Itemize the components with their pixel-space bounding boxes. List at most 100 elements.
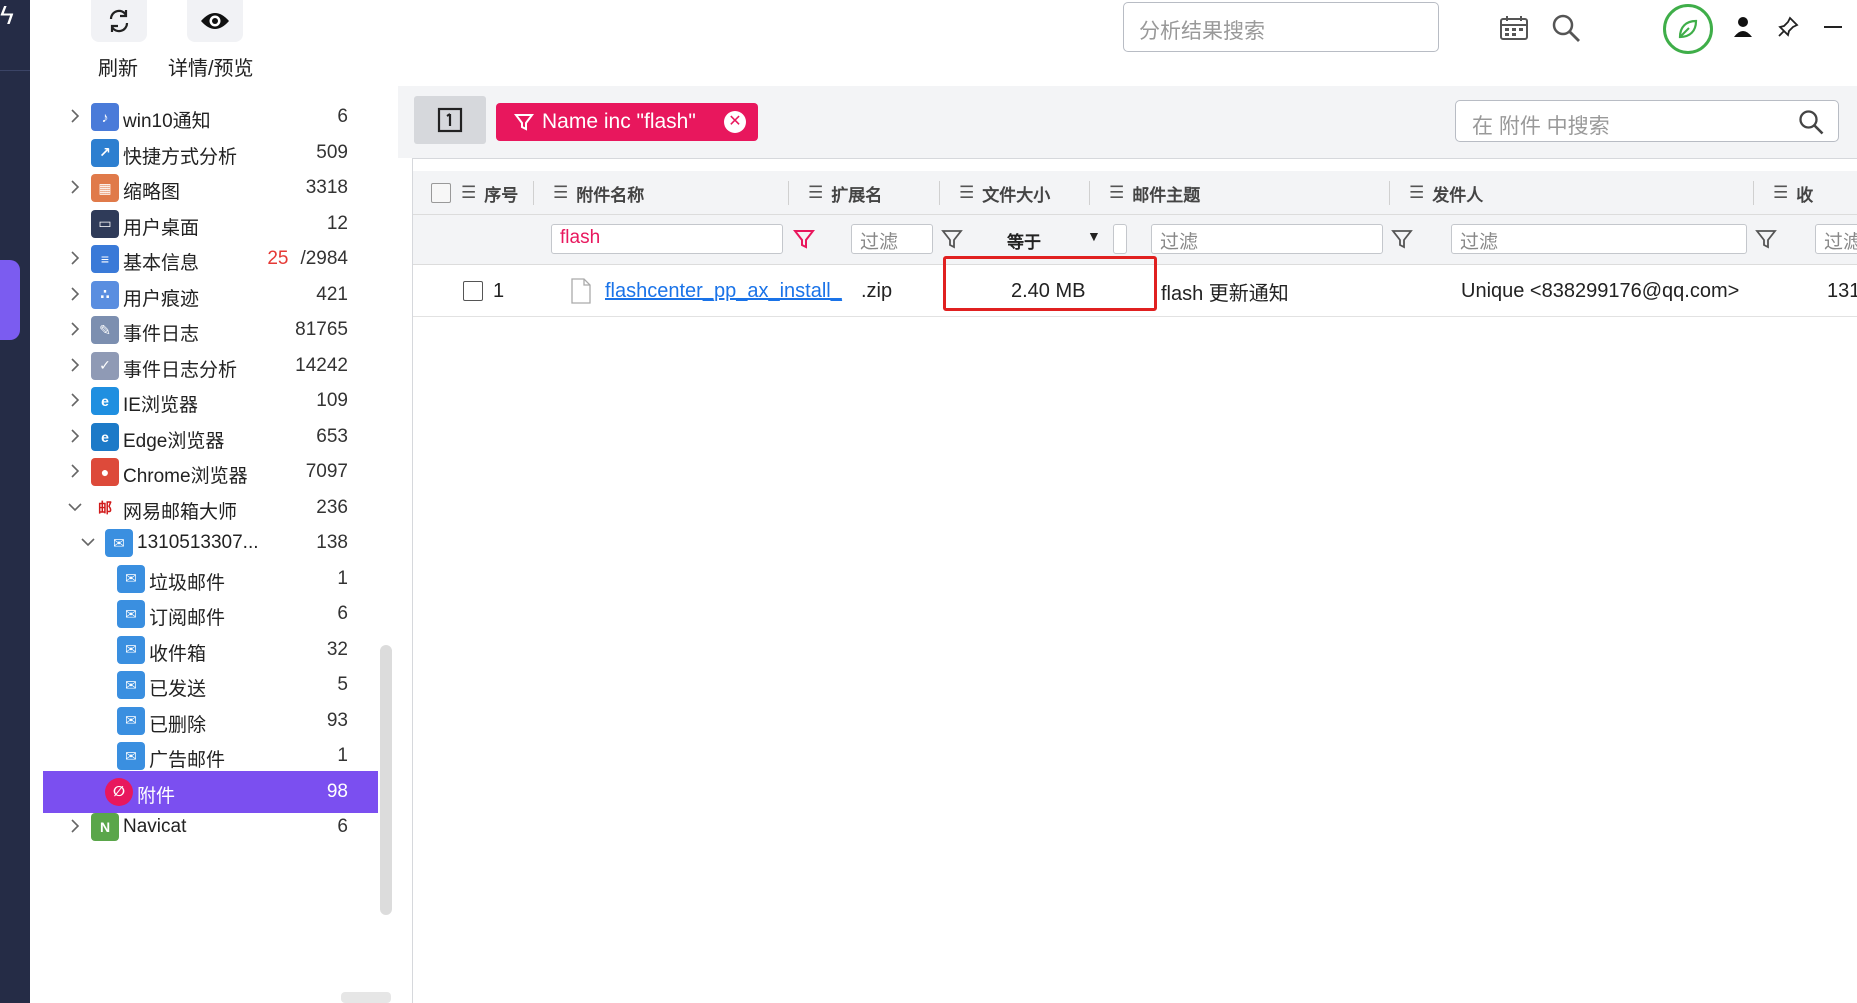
leaf-status-button[interactable]: [1663, 4, 1713, 54]
sender-filter-input[interactable]: 过滤: [1451, 224, 1747, 254]
desktop-monitor-icon: ▭: [91, 209, 119, 238]
column-separator[interactable]: [533, 181, 534, 205]
chevron-right-icon[interactable]: [67, 357, 83, 373]
tree-item-count: 653: [316, 425, 348, 447]
event-log-icon: ✎: [91, 316, 119, 344]
mail-envelope-icon: ✉: [117, 564, 145, 593]
active-filter-chip[interactable]: Name inc "flash" ✕: [496, 103, 758, 141]
rail-active-indicator[interactable]: [0, 260, 20, 340]
column-menu-icon[interactable]: ☰: [1409, 183, 1424, 203]
checkbox[interactable]: [431, 183, 451, 203]
size-filter-input[interactable]: [1113, 224, 1127, 254]
tree-item-label: 1310513307...: [137, 532, 259, 553]
ext-filter-input[interactable]: 过滤: [851, 224, 933, 254]
search-icon[interactable]: [1551, 13, 1581, 48]
size-operator-select[interactable]: 等于 ▼: [1007, 224, 1101, 254]
name-filter-input[interactable]: flash: [551, 224, 783, 254]
column-separator[interactable]: [1089, 181, 1090, 205]
column-separator[interactable]: [1389, 181, 1390, 205]
column-menu-icon[interactable]: ☰: [1109, 183, 1124, 203]
tree-item-count: 14242: [295, 354, 348, 376]
column-separator[interactable]: [939, 181, 940, 205]
chevron-right-icon[interactable]: [67, 428, 83, 444]
column-separator[interactable]: [788, 181, 789, 205]
column-header-size[interactable]: ☰ 文件大小: [959, 171, 1050, 215]
chevron-right-icon[interactable]: [67, 108, 83, 124]
chevron-down-icon[interactable]: [67, 499, 83, 515]
column-header-subject[interactable]: ☰ 邮件主题: [1109, 171, 1200, 215]
column-header-recipient[interactable]: ☰ 收: [1773, 171, 1813, 215]
subject-filter-input[interactable]: 过滤: [1151, 224, 1383, 254]
tree-item[interactable]: N Navicat 6: [43, 806, 378, 848]
analysis-search-input[interactable]: 分析结果搜索: [1123, 2, 1580, 52]
row-checkbox[interactable]: [463, 265, 483, 317]
calendar-icon[interactable]: [1499, 15, 1529, 46]
chevron-down-icon[interactable]: [80, 534, 96, 550]
tree-item-label: IE浏览器: [123, 395, 198, 416]
column-separator[interactable]: [1753, 181, 1754, 205]
rail-divider: [0, 70, 30, 71]
tree-item-label: 收件箱: [149, 643, 207, 665]
column-title: 发件人: [1432, 185, 1484, 205]
chevron-right-icon[interactable]: [67, 286, 83, 302]
column-menu-icon[interactable]: ☰: [1773, 183, 1788, 203]
chevron-right-icon[interactable]: [67, 463, 83, 479]
column-title: 序号: [484, 185, 519, 205]
column-menu-icon[interactable]: ☰: [461, 183, 476, 203]
tree-item-label: 已删除: [149, 714, 207, 736]
column-view-button[interactable]: [414, 96, 486, 144]
checkbox[interactable]: [463, 281, 483, 301]
leaf-icon: [1678, 19, 1698, 39]
tree-item-label: 基本信息: [123, 253, 200, 274]
row-sender: Unique <838299176@qq.com>: [1461, 279, 1740, 302]
tree-item-count: 6: [337, 106, 348, 127]
column-menu-icon[interactable]: ☰: [959, 183, 974, 203]
log-analysis-icon: ✓: [91, 351, 119, 380]
filter-icon[interactable]: [941, 228, 963, 250]
analysis-tree-panel: ♪ win10通知 6 ↗ 快捷方式分析 509 ▦ 缩略图 3318 ▭ 用户桌面 12 ≡ 基本信息 2…: [43, 94, 398, 1003]
search-icon[interactable]: [1798, 109, 1824, 140]
chevron-right-icon[interactable]: [67, 321, 83, 337]
shortcut-icon: ↗: [91, 138, 119, 167]
column-menu-icon[interactable]: ☰: [808, 183, 823, 203]
tree-item-label: 用户痕迹: [123, 288, 200, 310]
filter-icon[interactable]: [1391, 228, 1413, 250]
tree-item-label: 事件日志: [123, 324, 200, 345]
netease-mail-icon: 邮: [98, 499, 112, 516]
column-header-index[interactable]: ☰ 序号: [461, 171, 518, 215]
user-icon[interactable]: [1730, 14, 1756, 40]
column-title: 文件大小: [982, 185, 1051, 205]
minimize-icon[interactable]: [1820, 14, 1846, 40]
chevron-right-icon[interactable]: [67, 179, 83, 195]
filter-icon[interactable]: [792, 228, 816, 250]
column-title: 扩展名: [831, 185, 883, 205]
tree-item-count: 5: [337, 674, 348, 695]
attachment-name-link[interactable]: flashcenter_pp_ax_install_: [605, 265, 842, 317]
size-operator-value: 等于: [1007, 233, 1041, 252]
tree-horizontal-scrollbar[interactable]: [341, 992, 391, 1003]
tree-item-label: 广告邮件: [149, 750, 226, 771]
select-all-checkbox[interactable]: [431, 171, 451, 215]
column-menu-icon[interactable]: ☰: [553, 183, 568, 203]
tree-item-count: 109: [316, 390, 348, 411]
column-header-name[interactable]: ☰ 附件名称: [553, 171, 644, 215]
tree-item-count: 93: [326, 709, 348, 731]
tree-item-label: 缩略图: [123, 182, 181, 203]
row-ext: .zip: [861, 279, 893, 302]
search-placeholder: 分析结果搜索: [1139, 20, 1265, 43]
recipient-filter-input[interactable]: 过滤: [1815, 224, 1857, 254]
pin-icon[interactable]: [1775, 14, 1801, 40]
chevron-right-icon[interactable]: [67, 818, 83, 834]
tree-item-label: win10通知: [123, 111, 211, 132]
tree-scrollbar[interactable]: [380, 645, 392, 915]
column-header-sender[interactable]: ☰ 发件人: [1409, 171, 1483, 215]
info-list-icon: ≡: [91, 245, 119, 273]
chevron-right-icon[interactable]: [67, 250, 83, 266]
filter-icon[interactable]: [1755, 228, 1777, 250]
column-title: 收: [1796, 185, 1814, 205]
attachment-search-input[interactable]: 在 附件 中搜索: [1455, 100, 1839, 142]
column-header-ext[interactable]: ☰ 扩展名: [808, 171, 882, 215]
chevron-right-icon[interactable]: [67, 392, 83, 408]
tree-item-label: 附件: [137, 785, 176, 807]
remove-filter-icon[interactable]: ✕: [724, 111, 746, 133]
